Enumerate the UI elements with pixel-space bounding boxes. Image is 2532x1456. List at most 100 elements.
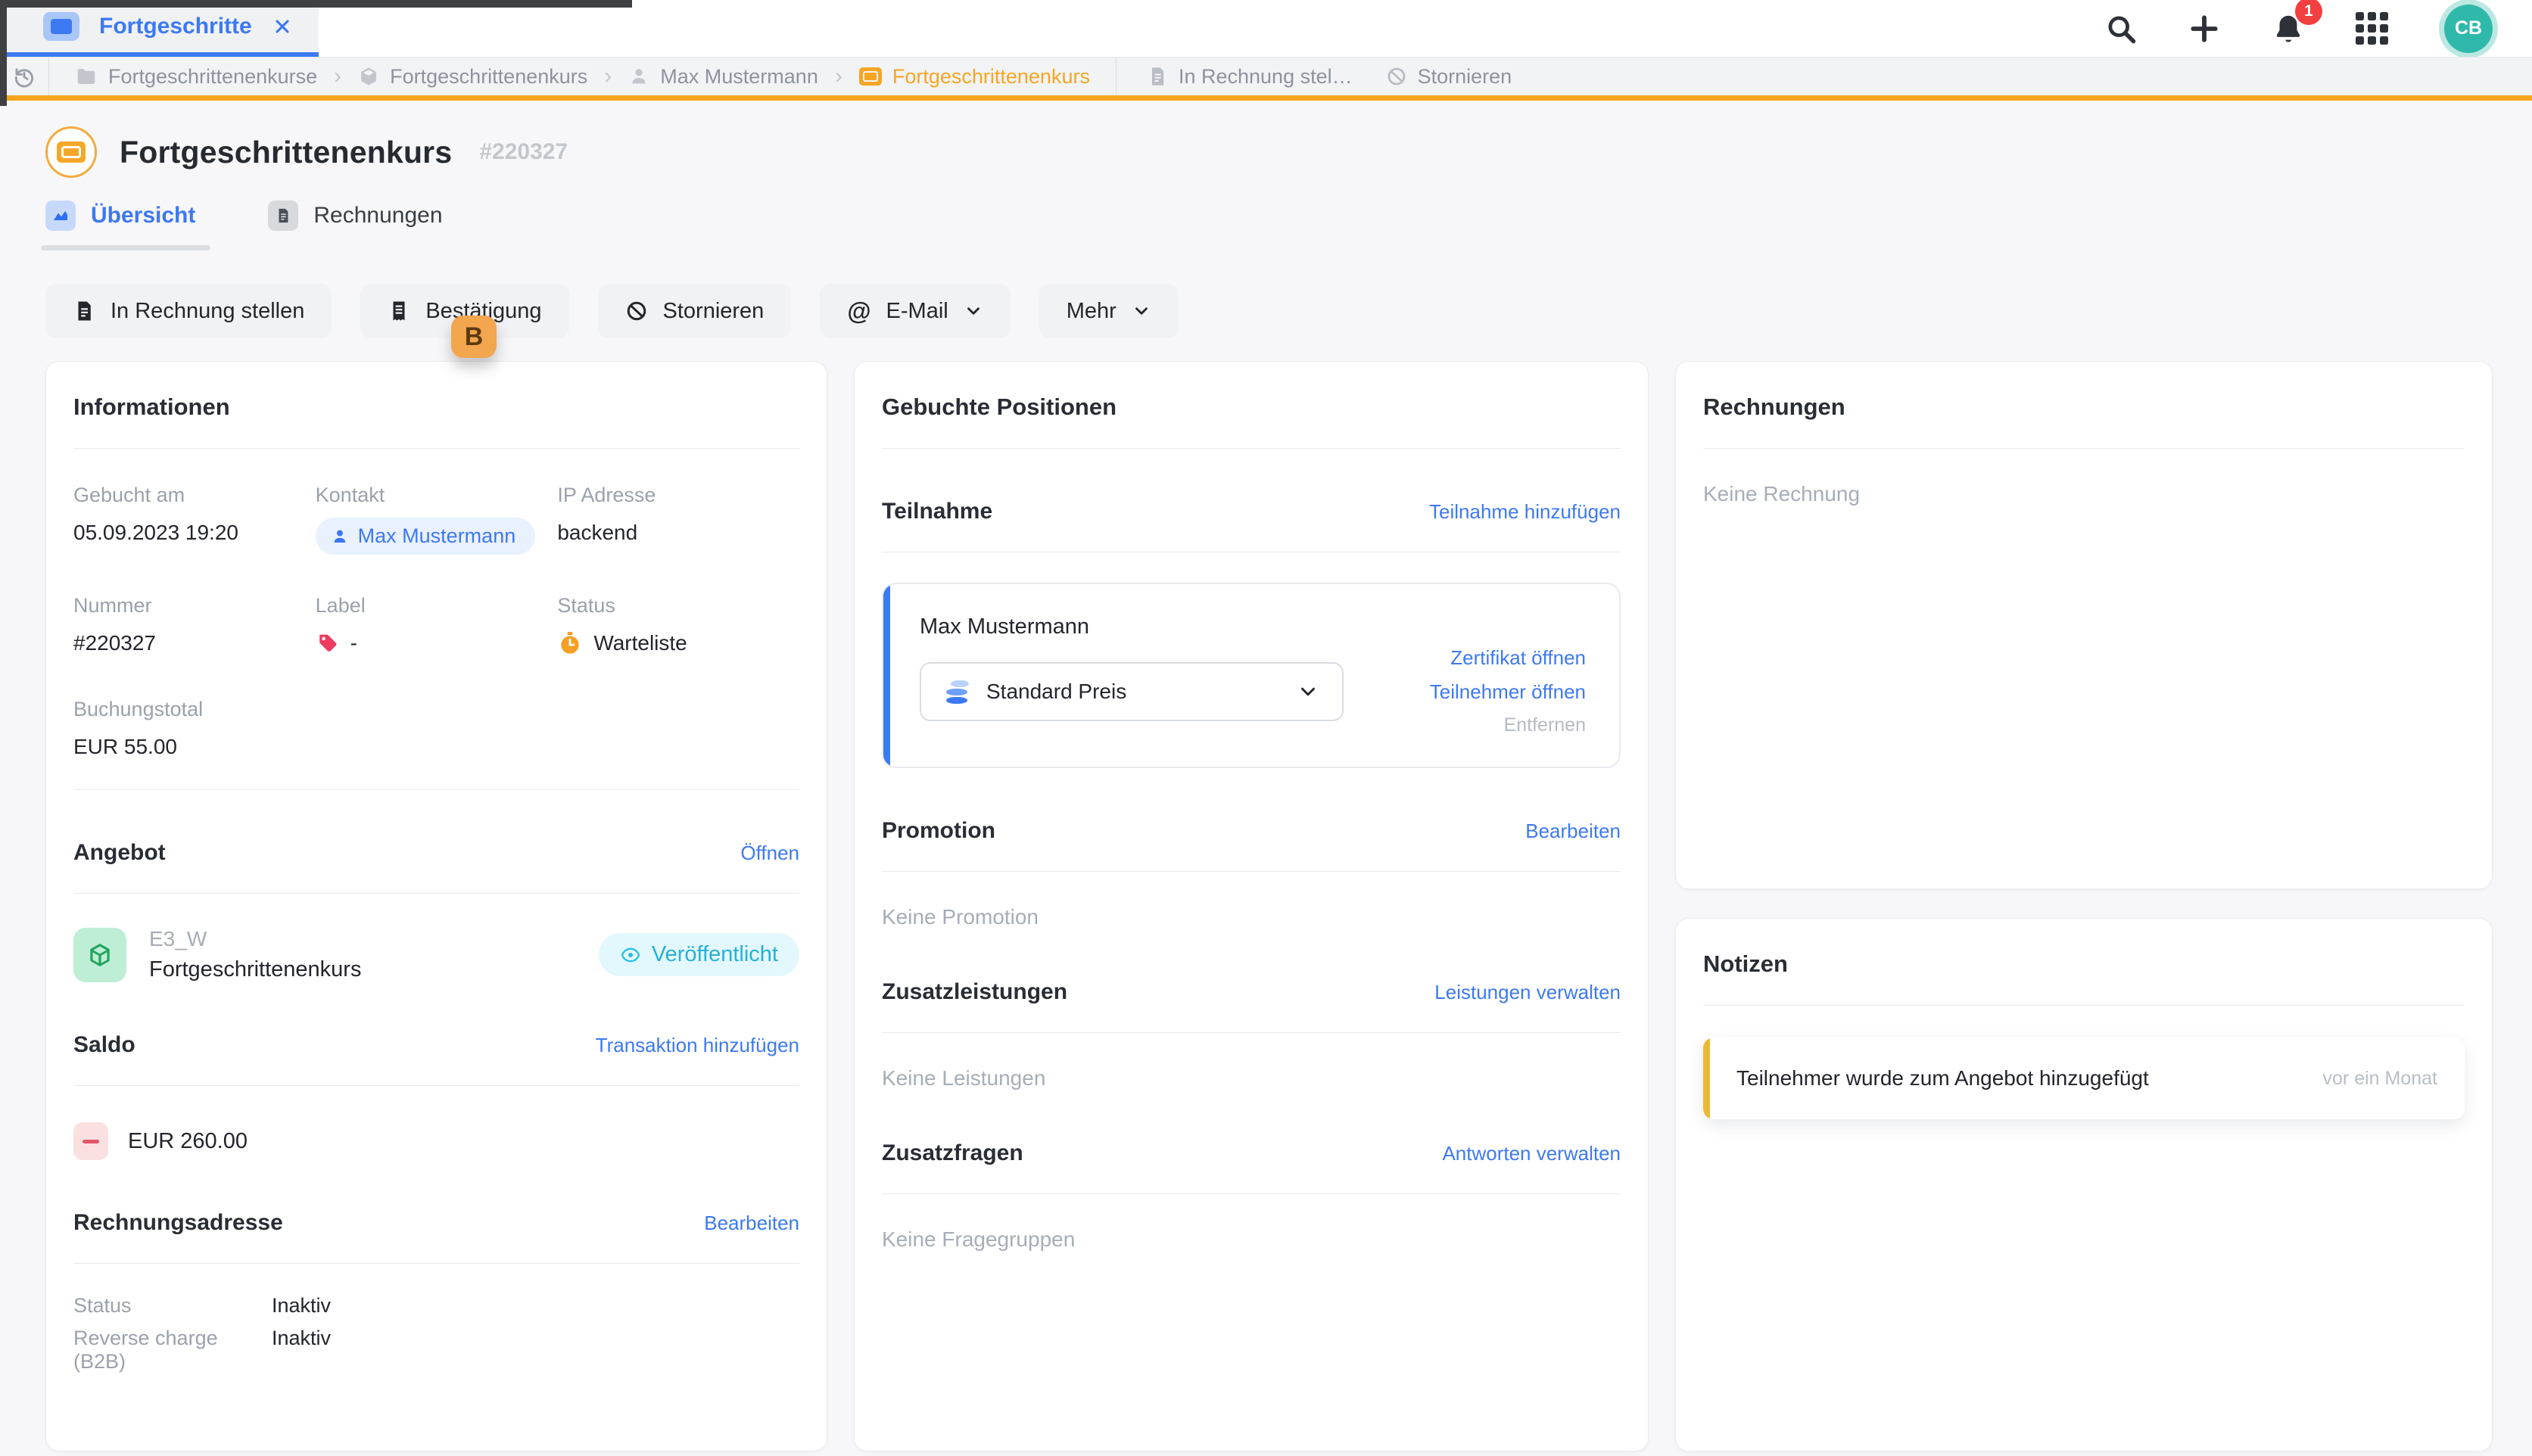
contact-name: Max Mustermann bbox=[358, 524, 516, 548]
divider bbox=[1703, 448, 2465, 449]
email-button[interactable]: @ E-Mail bbox=[820, 284, 1010, 338]
card-title: Notizen bbox=[1703, 950, 2465, 978]
manage-answers-link[interactable]: Antworten verwalten bbox=[1442, 1142, 1621, 1165]
divider bbox=[882, 1032, 1621, 1033]
contact-chip[interactable]: Max Mustermann bbox=[316, 518, 536, 555]
search-icon[interactable] bbox=[2104, 12, 2138, 45]
booked-positions-card: Gebuchte Positionen Teilnahme Teilnahme … bbox=[854, 361, 1649, 1451]
add-participation-link[interactable]: Teilnahme hinzufügen bbox=[1429, 500, 1621, 524]
history-icon[interactable] bbox=[0, 64, 48, 89]
quick-action-invoice[interactable]: In Rechnung stel… bbox=[1147, 65, 1353, 89]
button-label: In Rechnung stellen bbox=[111, 299, 304, 324]
card-grid: Informationen Gebucht am 05.09.2023 19:2… bbox=[45, 361, 2492, 1451]
field-value: - bbox=[350, 631, 357, 655]
quick-action-label: Stornieren bbox=[1418, 65, 1512, 89]
action-bar: In Rechnung stellen Bestätigung Sto bbox=[45, 284, 2492, 338]
breadcrumb-label: Fortgeschrittenenkurs bbox=[390, 65, 587, 89]
divider bbox=[1703, 1005, 2465, 1006]
page-tabs: Übersicht Rechnungen bbox=[45, 201, 2492, 241]
chevron-down-icon bbox=[964, 301, 983, 321]
note-item[interactable]: Teilnehmer wurde zum Angebot hinzugefügt… bbox=[1703, 1038, 2465, 1119]
coins-icon bbox=[944, 680, 970, 704]
breadcrumb-separator: › bbox=[334, 64, 341, 89]
field-ip: IP Adresse backend bbox=[557, 484, 799, 555]
right-column: Rechnungen Keine Rechnung Notizen Teilne… bbox=[1675, 361, 2493, 1451]
tab-label: Übersicht bbox=[91, 203, 195, 229]
receipt-icon bbox=[388, 300, 410, 322]
note-text: Teilnehmer wurde zum Angebot hinzugefügt bbox=[1736, 1066, 2149, 1090]
breadcrumb-item-booking-active[interactable]: Fortgeschrittenenkurs bbox=[859, 65, 1090, 89]
page-title: Fortgeschrittenenkurs bbox=[120, 135, 452, 170]
add-transaction-link[interactable]: Transaktion hinzufügen bbox=[596, 1034, 799, 1057]
card-title: Informationen bbox=[73, 394, 799, 421]
tab-title: Fortgeschrittene… bbox=[99, 14, 252, 39]
eye-icon bbox=[620, 944, 641, 966]
field-label: Gebucht am bbox=[73, 484, 316, 507]
field-label: IP Adresse bbox=[557, 484, 799, 507]
avatar[interactable]: CB bbox=[2444, 5, 2493, 53]
breadcrumb-label: Max Mustermann bbox=[660, 65, 818, 89]
divider bbox=[73, 448, 799, 449]
tab-overview[interactable]: Übersicht bbox=[45, 201, 195, 241]
invoices-empty-text: Keine Rechnung bbox=[1703, 482, 2465, 506]
open-participant-link[interactable]: Teilnehmer öffnen bbox=[1430, 680, 1586, 704]
remove-link[interactable]: Entfernen bbox=[1430, 714, 1586, 736]
services-section-header: Zusatzleistungen Leistungen verwalten bbox=[882, 979, 1621, 1005]
field-booked-at: Gebucht am 05.09.2023 19:20 bbox=[73, 484, 316, 555]
quick-action-cancel[interactable]: Stornieren bbox=[1386, 65, 1512, 89]
billing-edit-link[interactable]: Bearbeiten bbox=[704, 1212, 799, 1235]
price-select[interactable]: Standard Preis bbox=[920, 662, 1344, 721]
billing-rows: Status Inaktiv Reverse charge (B2B) Inak… bbox=[73, 1294, 799, 1374]
section-title: Rechnungsadresse bbox=[73, 1210, 283, 1236]
cube-icon bbox=[358, 66, 379, 87]
invoice-icon bbox=[73, 300, 95, 322]
page-header: Fortgeschrittenenkurs #220327 bbox=[45, 126, 2492, 178]
quick-action-label: In Rechnung stel… bbox=[1179, 65, 1353, 89]
section-title: Teilnahme bbox=[882, 499, 992, 524]
field-label: Nummer bbox=[73, 594, 316, 618]
offer-item[interactable]: E3_W Fortgeschrittenenkurs Veröffentlich… bbox=[73, 927, 799, 982]
breadcrumb-item-courses[interactable]: Fortgeschrittenenkurse bbox=[75, 65, 317, 89]
invoice-icon bbox=[268, 201, 298, 231]
at-icon: @ bbox=[847, 297, 870, 325]
divider bbox=[73, 789, 799, 790]
breadcrumb-item-contact[interactable]: Max Mustermann bbox=[628, 65, 818, 89]
button-label: Stornieren bbox=[663, 299, 765, 324]
hotkey-hint-badge: B bbox=[451, 316, 497, 358]
status-text: Warteliste bbox=[593, 631, 687, 655]
breadcrumb-label: Fortgeschrittenenkurs bbox=[892, 65, 1090, 89]
tab-invoices[interactable]: Rechnungen bbox=[268, 201, 442, 241]
field-value: #220327 bbox=[73, 628, 316, 658]
more-button[interactable]: Mehr bbox=[1039, 284, 1179, 338]
manage-services-link[interactable]: Leistungen verwalten bbox=[1434, 981, 1621, 1004]
cancel-button[interactable]: Stornieren bbox=[598, 284, 792, 338]
field-label: Status bbox=[557, 594, 799, 618]
invoices-card: Rechnungen Keine Rechnung bbox=[1675, 361, 2493, 889]
close-icon[interactable] bbox=[272, 16, 293, 37]
browser-tab[interactable]: Fortgeschrittene… bbox=[7, 0, 319, 57]
promotion-empty-text: Keine Promotion bbox=[882, 905, 1621, 929]
top-bar: Fortgeschrittene… bbox=[0, 0, 2532, 57]
apps-grid-icon[interactable] bbox=[2356, 12, 2388, 45]
offer-section-header: Angebot Öffnen bbox=[73, 840, 799, 866]
bell-icon[interactable]: 1 bbox=[2271, 11, 2306, 46]
participant-name: Max Mustermann bbox=[920, 614, 1344, 639]
participant-links: Zertifikat öffnen Teilnehmer öffnen Entf… bbox=[1430, 646, 1586, 736]
add-icon[interactable] bbox=[2188, 12, 2221, 45]
stopwatch-icon bbox=[557, 630, 583, 656]
invoice-button[interactable]: In Rechnung stellen bbox=[45, 284, 332, 338]
promotion-edit-link[interactable]: Bearbeiten bbox=[1525, 820, 1621, 843]
divider bbox=[882, 448, 1621, 449]
field-value: backend bbox=[557, 518, 799, 548]
breadcrumb-item-course[interactable]: Fortgeschrittenenkurs bbox=[358, 65, 587, 89]
app-window: Fortgeschrittene… bbox=[0, 0, 2532, 1456]
field-label: Buchungstotal bbox=[73, 698, 316, 721]
open-certificate-link[interactable]: Zertifikat öffnen bbox=[1430, 646, 1586, 670]
participation-section-header: Teilnahme Teilnahme hinzufügen bbox=[882, 499, 1621, 524]
offer-open-link[interactable]: Öffnen bbox=[740, 842, 799, 865]
field-label: Label bbox=[316, 594, 558, 618]
info-fields: Gebucht am 05.09.2023 19:20 Kontakt Max … bbox=[73, 484, 799, 762]
ticket-icon bbox=[859, 67, 882, 86]
field-total: Buchungstotal EUR 55.00 bbox=[73, 698, 316, 762]
questions-empty-text: Keine Fragegruppen bbox=[882, 1227, 1621, 1252]
